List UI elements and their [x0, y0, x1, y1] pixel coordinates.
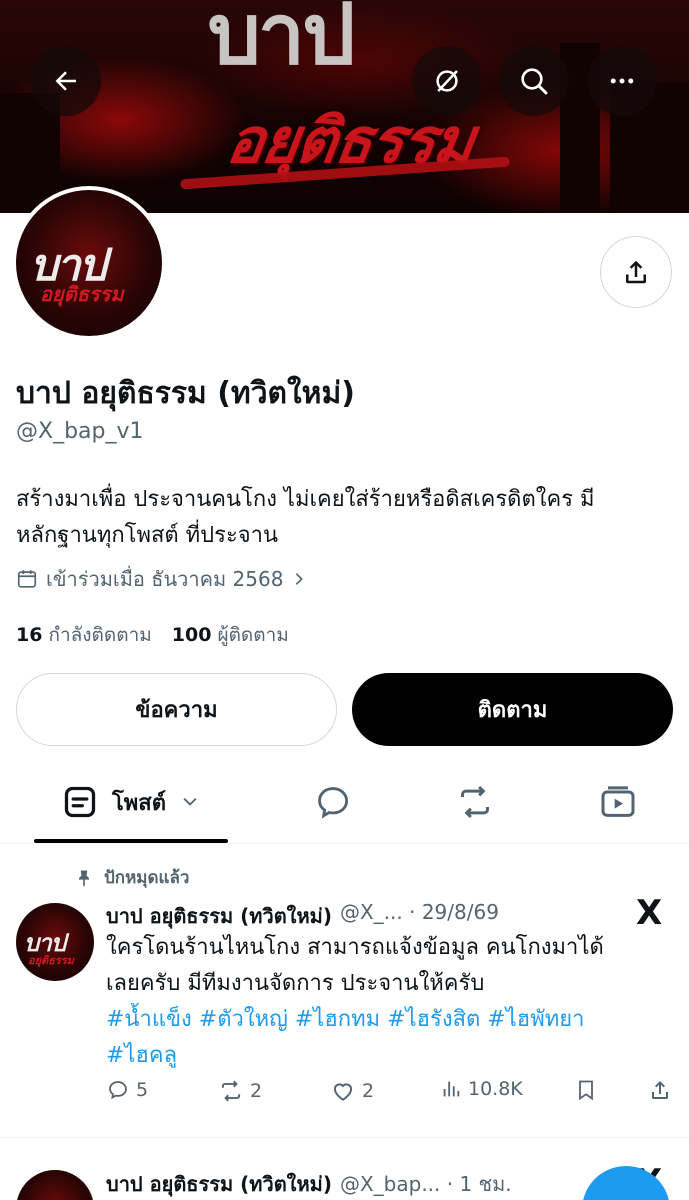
video-icon — [601, 786, 635, 817]
reply-bubble-icon — [318, 787, 349, 819]
tab-posts[interactable]: โพสต์ — [34, 760, 228, 844]
pin-icon — [79, 870, 89, 886]
profile-tabs: โพสต์ — [0, 760, 689, 844]
post-hashtags[interactable]: #น้ำแข็ง #ตัวใหญ่ #ไฮกทม #ไฮรังสิต #ไฮพั… — [106, 1002, 666, 1038]
share-action[interactable] — [648, 1078, 672, 1102]
x-logo-icon: X — [636, 893, 663, 933]
tab-replies[interactable] — [300, 760, 366, 844]
banner-top-title: บาป — [207, 0, 356, 83]
follow-button[interactable]: ติดตาม — [352, 673, 673, 746]
post-handle-time[interactable]: @X_bap... · 1 ชม. — [340, 1168, 512, 1200]
pinned-label: ปักหมุดแล้ว — [74, 864, 189, 891]
repost-action[interactable]: 2 — [218, 1078, 262, 1104]
view-count: 10.8K — [468, 1078, 523, 1100]
search-button[interactable] — [499, 46, 569, 116]
post-handle-time[interactable]: @X_... · 29/8/69 — [340, 900, 499, 932]
profile-bio: สร้างมาเพื่อ ประจานคนโกง ไม่เคยใส่ร้ายหร… — [16, 482, 676, 554]
join-date-text: เข้าร่วมเมื่อ ธันวาคม 2568 — [46, 567, 284, 591]
post-divider — [0, 1137, 689, 1138]
share-profile-button[interactable] — [600, 236, 672, 308]
posts-icon — [64, 786, 96, 818]
avatar-image: บาป อยุติธรรม — [16, 190, 162, 336]
like-action[interactable]: 2 — [330, 1078, 374, 1104]
chevron-right-icon — [296, 573, 304, 585]
tab-posts-label: โพสต์ — [111, 790, 167, 816]
followers-label: ผู้ติดตาม — [217, 624, 289, 646]
post-avatar-subtext: อยุติธรรม — [28, 954, 74, 967]
message-button[interactable]: ข้อความ — [16, 673, 337, 746]
grok-icon — [436, 70, 458, 92]
profile-banner[interactable]: บาป อยุติธรรม — [0, 0, 689, 213]
display-name: บาป อยุติธรรม (ทวิตใหม่) — [16, 376, 355, 411]
post-author-name[interactable]: บาป อยุติธรรม (ทวิตใหม่) — [106, 900, 332, 932]
views-action[interactable]: 10.8K — [440, 1078, 523, 1100]
share-icon — [652, 1081, 668, 1099]
arrow-left-icon — [55, 71, 76, 91]
followers-count: 100 — [171, 624, 212, 646]
post-header: บาป อยุติธรรม (ทวิตใหม่) @X_bap... · 1 ช… — [106, 1168, 512, 1200]
following-count: 16 — [16, 624, 43, 646]
post-avatar[interactable]: บาป — [16, 1170, 94, 1200]
grok-button[interactable] — [412, 46, 482, 116]
avatar-text-sub: อยุติธรรม — [40, 282, 124, 306]
reply-icon — [109, 1081, 127, 1100]
post-actions: 5 2 2 10.8K — [106, 1078, 676, 1110]
repost-icon — [221, 1080, 241, 1102]
follow-stats: 16 กำลังติดตาม 100 ผู้ติดตาม — [16, 620, 289, 650]
post-header: บาป อยุติธรรม (ทวิตใหม่) @X_... · 29/8/6… — [106, 900, 499, 932]
chevron-down-icon — [183, 798, 197, 806]
bookmark-action[interactable] — [574, 1078, 598, 1102]
bookmark-icon — [579, 1080, 593, 1101]
more-icon — [610, 78, 634, 84]
tab-media[interactable] — [585, 760, 651, 844]
views-chart-icon — [443, 1081, 460, 1097]
post-text-line: ใครโดนร้านไหนโกง สามารถแจ้งข้อมูล คนโกงม… — [106, 935, 604, 960]
reply-count: 5 — [136, 1079, 149, 1101]
repost-icon — [461, 785, 489, 819]
search-icon — [521, 68, 548, 95]
join-date[interactable]: เข้าร่วมเมื่อ ธันวาคม 2568 — [16, 563, 307, 595]
heart-icon — [333, 1083, 353, 1101]
reply-action[interactable]: 5 — [106, 1078, 148, 1102]
pinned-text: ปักหมุดแล้ว — [104, 868, 190, 888]
post-author-name[interactable]: บาป อยุติธรรม (ทวิตใหม่) — [106, 1168, 332, 1200]
repost-count: 2 — [250, 1080, 263, 1102]
following-label: กำลังติดตาม — [48, 624, 152, 646]
post-avatar[interactable]: บาป อยุติธรรม — [16, 903, 94, 981]
post-text[interactable]: ใครโดนร้านไหนโกง สามารถแจ้งข้อมูล คนโกงม… — [106, 930, 666, 1074]
profile-avatar[interactable]: บาป อยุติธรรม — [12, 186, 166, 340]
following-link[interactable]: 16 กำลังติดตาม — [16, 620, 152, 650]
calendar-icon — [17, 570, 37, 588]
back-button[interactable] — [31, 46, 101, 116]
followers-link[interactable]: 100 ผู้ติดตาม — [172, 620, 289, 650]
more-button[interactable] — [587, 46, 657, 116]
tab-reposts[interactable] — [442, 760, 508, 844]
post-avatar-text: บาป — [24, 1190, 66, 1200]
bio-line: สร้างมาเพื่อ ประจานคนโกง ไม่เคยใส่ร้ายหร… — [16, 487, 595, 512]
share-icon — [626, 260, 646, 284]
active-tab-indicator — [34, 839, 228, 843]
post-text-line: เลยครับ มีทีมงานจัดการ ประจานให้ครับ — [106, 971, 485, 996]
profile-handle: @X_bap_v1 — [16, 419, 144, 444]
post-hashtags[interactable]: #ไฮคลู — [106, 1038, 666, 1074]
like-count: 2 — [362, 1080, 375, 1102]
bio-line: หลักฐานทุกโพสต์ ที่ประจาน — [16, 523, 279, 548]
